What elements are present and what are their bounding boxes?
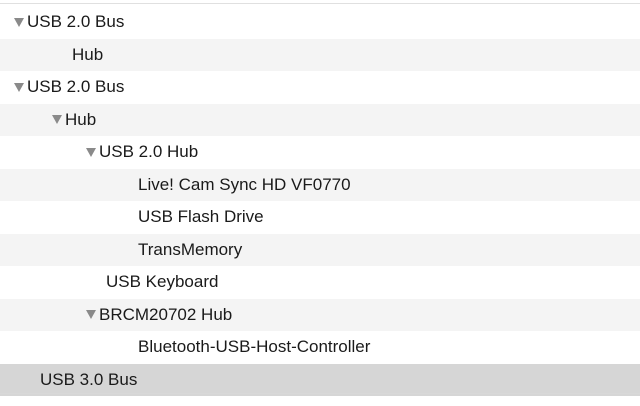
tree-row-live-cam[interactable]: Live! Cam Sync HD VF0770 (0, 168, 640, 201)
disclosure-triangle-expanded-icon[interactable] (86, 147, 96, 157)
bottom-divider (0, 393, 640, 394)
tree-row-usb-keyboard[interactable]: USB Keyboard (0, 266, 640, 299)
tree-row-transmemory[interactable]: TransMemory (0, 233, 640, 266)
tree-row-hub-2[interactable]: Hub (0, 103, 640, 136)
tree-row-label: USB 2.0 Bus (27, 12, 125, 32)
tree-row-label: USB Flash Drive (138, 207, 264, 227)
disclosure-triangle-expanded-icon[interactable] (14, 17, 24, 27)
tree-row-usb2-bus-2[interactable]: USB 2.0 Bus (0, 71, 640, 104)
usb-device-tree: USB 2.0 Bus Hub USB 2.0 Bus Hub USB 2.0 … (0, 0, 640, 406)
tree-row-usb3-bus[interactable]: USB 3.0 Bus (0, 363, 640, 396)
tree-row-label: Bluetooth-USB-Host-Controller (138, 337, 371, 357)
tree-row-label: Hub (72, 44, 104, 64)
tree-row-label: Live! Cam Sync HD VF0770 (138, 174, 351, 194)
disclosure-triangle-expanded-icon[interactable] (14, 82, 24, 92)
tree-row-label: USB 2.0 Hub (99, 142, 199, 162)
disclosure-triangle-expanded-icon[interactable] (52, 115, 62, 125)
tree-row-hub-1[interactable]: Hub (0, 38, 640, 71)
disclosure-triangle-expanded-icon[interactable] (86, 310, 96, 320)
tree-row-label: USB Keyboard (106, 272, 219, 292)
tree-row-label: BRCM20702 Hub (99, 304, 233, 324)
tree-row-label: USB 3.0 Bus (40, 369, 138, 389)
tree-row-bluetooth-controller[interactable]: Bluetooth-USB-Host-Controller (0, 331, 640, 364)
tree-row-usb2-bus-1[interactable]: USB 2.0 Bus (0, 6, 640, 39)
tree-row-brcm-hub[interactable]: BRCM20702 Hub (0, 298, 640, 331)
tree-row-usb-flash-drive[interactable]: USB Flash Drive (0, 201, 640, 234)
tree-rows: USB 2.0 Bus Hub USB 2.0 Bus Hub USB 2.0 … (0, 6, 640, 396)
tree-row-label: USB 2.0 Bus (27, 77, 125, 97)
tree-row-label: TransMemory (138, 239, 243, 259)
tree-row-label: Hub (65, 109, 97, 129)
tree-row-usb2-hub[interactable]: USB 2.0 Hub (0, 136, 640, 169)
top-divider (0, 3, 640, 4)
